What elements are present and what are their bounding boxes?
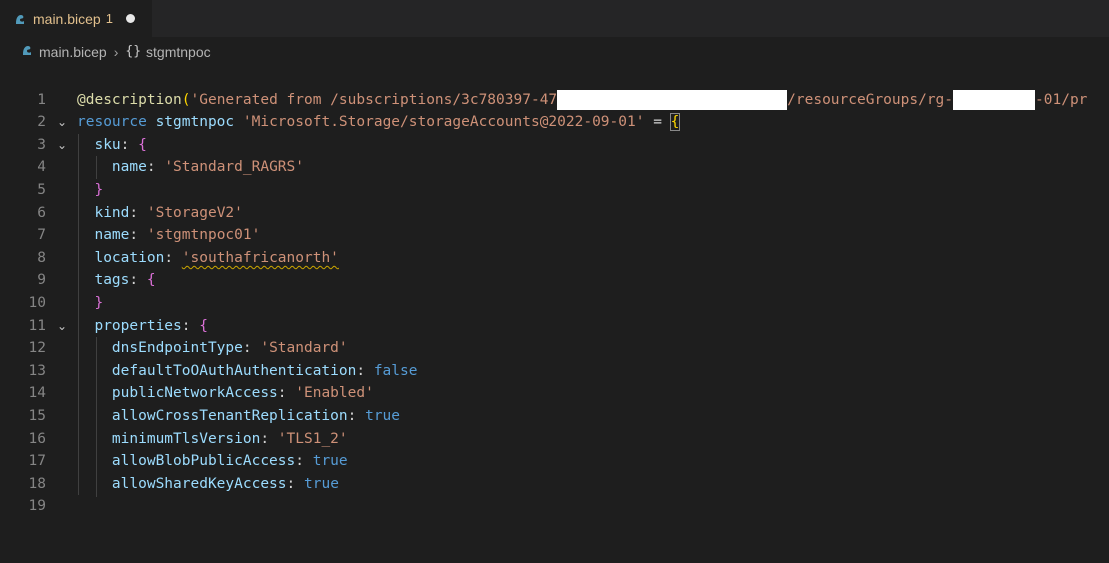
- breadcrumb-file[interactable]: main.bicep: [39, 44, 107, 60]
- keyword: resource: [77, 114, 147, 131]
- string-literal-warning[interactable]: 'southafricanorth': [182, 250, 339, 266]
- property-key: allowCrossTenantReplication: [111, 407, 348, 424]
- string-literal: 'TLS1_2': [277, 430, 348, 447]
- redacted-block: [953, 89, 1036, 110]
- code-line: 15 publicNetworkAccess: 'Enabled': [0, 382, 1109, 424]
- colon: :: [356, 362, 366, 379]
- property-key: dnsEndpointType: [111, 340, 243, 357]
- colon: :: [286, 475, 296, 492]
- brace: {: [199, 317, 208, 334]
- code-line: 14 defaultToOAuthAuthentication: false: [0, 360, 1109, 402]
- code-line: 1: [0, 66, 1109, 108]
- brace: }: [94, 181, 104, 198]
- colon: :: [129, 272, 139, 289]
- colon: :: [347, 407, 357, 424]
- tab-label: main.bicep: [33, 10, 101, 27]
- bicep-file-icon: [20, 43, 34, 60]
- string-literal: 'Standard': [260, 340, 348, 357]
- colon: :: [146, 159, 156, 176]
- property-key: allowSharedKeyAccess: [111, 475, 287, 492]
- brace: {: [669, 113, 681, 132]
- colon: :: [120, 136, 130, 153]
- property-key: properties: [94, 317, 182, 334]
- property-key: tags: [94, 272, 130, 289]
- boolean-literal: true: [312, 453, 348, 470]
- decorator-name: description: [85, 91, 182, 108]
- colon: :: [129, 204, 139, 221]
- string-literal: 'StorageV2': [146, 204, 243, 221]
- chevron-right-icon: ›: [113, 43, 119, 60]
- string-literal: 'stgmtnpoc01': [146, 227, 261, 244]
- code-line: 17 minimumTlsVersion: 'TLS1_2': [0, 428, 1109, 470]
- code-line: 12 ⌄ properties: {: [0, 315, 1109, 357]
- code-line: 9 location: 'southafricanorth': [0, 247, 1109, 289]
- colon: :: [295, 453, 304, 470]
- object-symbol-icon: {}: [125, 44, 142, 59]
- boolean-literal: false: [373, 362, 418, 379]
- string-literal: -01/pr: [1035, 91, 1088, 108]
- colon: :: [242, 340, 252, 357]
- code-line: 18 allowBlobPublicAccess: true: [0, 450, 1109, 492]
- boolean-literal: true: [365, 407, 401, 424]
- bicep-file-icon: [13, 12, 27, 26]
- code-line: 2 @description('Generated from /subscrip…: [0, 89, 1109, 130]
- breadcrumb: main.bicep › {} stgmtnpoc: [0, 37, 1109, 66]
- string-literal: 'Microsoft.Storage/storageAccounts@2022-…: [242, 114, 645, 131]
- property-key: name: [94, 227, 130, 244]
- property-key: defaultToOAuthAuthentication: [111, 362, 357, 379]
- problem-count-badge: 1: [105, 11, 113, 26]
- redacted-block: [557, 89, 788, 110]
- brace: }: [94, 294, 104, 311]
- colon: :: [277, 385, 287, 402]
- paren: (: [181, 91, 191, 108]
- code-line: 19 allowSharedKeyAccess: true: [0, 473, 1109, 515]
- line-number: 19: [28, 498, 46, 515]
- property-key: sku: [94, 136, 121, 153]
- breadcrumb-symbol[interactable]: stgmtnpoc: [146, 44, 211, 60]
- operator: =: [653, 114, 662, 131]
- decorator-at: @: [77, 91, 86, 108]
- boolean-literal: true: [304, 475, 339, 492]
- code-line: 3 ⌄ resource stgmtnpoc 'Microsoft.Storag…: [0, 111, 1109, 153]
- code-line: 13 dnsEndpointType: 'Standard': [0, 337, 1109, 379]
- colon: :: [260, 430, 270, 447]
- property-key: minimumTlsVersion: [111, 430, 261, 447]
- code-line: 10 tags: {: [0, 269, 1109, 311]
- code-line: 16 allowCrossTenantReplication: true: [0, 405, 1109, 447]
- chevron-down-icon[interactable]: ⌄: [55, 134, 69, 157]
- code-line: 6 }: [0, 179, 1109, 221]
- string-literal: /resourceGroups/rg-: [787, 91, 954, 108]
- code-line: 4 ⌄ sku: {: [0, 134, 1109, 176]
- chevron-down-icon[interactable]: ⌄: [55, 315, 69, 338]
- code-line: 7 kind: 'StorageV2': [0, 202, 1109, 244]
- code-line: 8 name: 'stgmtnpoc01': [0, 224, 1109, 266]
- unsaved-dot-icon[interactable]: [125, 14, 135, 23]
- property-key: location: [94, 249, 165, 266]
- brace: {: [138, 136, 147, 153]
- property-key: name: [111, 159, 147, 176]
- property-key: allowBlobPublicAccess: [111, 453, 296, 470]
- string-literal: 'Standard_RAGRS': [164, 159, 304, 176]
- resource-name: stgmtnpoc: [155, 114, 235, 131]
- brace: {: [146, 272, 156, 289]
- property-key: kind: [94, 204, 130, 221]
- property-key: publicNetworkAccess: [111, 385, 278, 402]
- colon: :: [181, 317, 191, 334]
- tab-main-bicep[interactable]: main.bicep 1: [0, 0, 152, 37]
- string-literal: 'Enabled': [295, 385, 374, 402]
- tab-bar: main.bicep 1: [0, 0, 1109, 37]
- chevron-down-icon[interactable]: ⌄: [55, 111, 69, 134]
- colon: :: [164, 249, 174, 266]
- code-line: 11 }: [0, 292, 1109, 334]
- code-editor[interactable]: 1 2 @description('Generated from /subscr…: [0, 66, 1109, 514]
- string-literal: 'Generated from /subscriptions/3c780397-…: [190, 91, 558, 108]
- colon: :: [129, 227, 139, 244]
- code-line: 5 name: 'Standard_RAGRS': [0, 156, 1109, 198]
